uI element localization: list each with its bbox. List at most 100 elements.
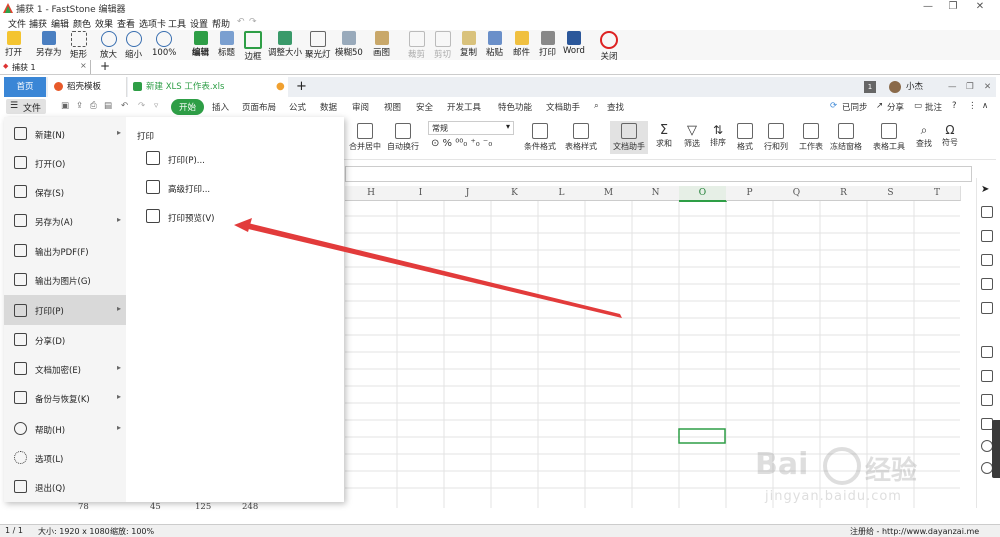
add-capture-tab-button[interactable]: + xyxy=(100,59,110,73)
tab-view[interactable]: 视图 xyxy=(384,101,401,113)
rect-button[interactable]: 矩形 xyxy=(70,31,87,60)
tab-template[interactable]: 稻壳模板 xyxy=(48,77,127,97)
redo-quick-icon[interactable]: ↷ xyxy=(138,101,145,111)
tab-data[interactable]: 数据 xyxy=(320,101,337,113)
currency-icon[interactable]: ⊙ % ⁰⁰₀ ⁺₀ ⁻₀ xyxy=(431,138,492,149)
submenu-print-preview[interactable]: 打印预览(V) xyxy=(146,209,266,225)
tab-home[interactable]: 首页 xyxy=(4,77,46,97)
spreadsheet-grid[interactable]: H I J K L M N O P Q R S T xyxy=(345,186,961,508)
print-quick-icon[interactable]: ⎙ xyxy=(90,101,97,111)
find-button[interactable]: ⌕ 查找 xyxy=(916,123,932,149)
backup-panel-icon[interactable] xyxy=(981,302,993,314)
number-format-select[interactable]: 常规 ▾ xyxy=(428,121,514,135)
menu-item-share[interactable]: 分享(D) xyxy=(4,328,126,352)
blur-button[interactable]: 模糊50 xyxy=(335,31,363,58)
export-quick-icon[interactable]: ⇪ xyxy=(76,101,83,111)
edit-button[interactable]: 编辑 xyxy=(192,31,209,58)
menu-tab[interactable]: 选项卡 xyxy=(139,17,166,30)
style-icon[interactable] xyxy=(981,206,993,218)
column-header[interactable]: L xyxy=(538,186,586,201)
comment-button[interactable]: 批注 xyxy=(925,101,942,113)
tab-start[interactable]: 开始 xyxy=(171,99,205,115)
menu-item-new[interactable]: 新建(N) ▸ xyxy=(4,122,126,146)
undo-quick-icon[interactable]: ↶ xyxy=(121,101,128,111)
menu-item-backup[interactable]: 备份与恢复(K) ▸ xyxy=(4,386,126,410)
close-capture-button[interactable]: 关闭 xyxy=(600,31,618,62)
menu-effect[interactable]: 效果 xyxy=(95,17,113,30)
menu-item-options[interactable]: 选项(L) xyxy=(4,446,126,470)
tab-security[interactable]: 安全 xyxy=(416,101,433,113)
close-wps-icon[interactable]: ✕ xyxy=(984,77,991,97)
tab-dev-tools[interactable]: 开发工具 xyxy=(447,101,481,113)
tab-insert[interactable]: 插入 xyxy=(212,101,229,113)
help-top-icon[interactable]: ? xyxy=(952,101,957,111)
column-header[interactable]: P xyxy=(726,186,774,201)
tab-doc-assistant[interactable]: 文档助手 xyxy=(546,101,580,113)
merge-center-button[interactable]: 合并居中 xyxy=(349,123,381,152)
user-name[interactable]: 小杰 xyxy=(906,77,923,97)
search-icon[interactable]: ⌕ xyxy=(594,101,599,111)
file-menu-button[interactable]: ☰ 文件 xyxy=(6,99,46,114)
menu-tools[interactable]: 工具 xyxy=(168,17,186,30)
cut-button[interactable]: 剪切 xyxy=(434,31,451,60)
tab-features[interactable]: 特色功能 xyxy=(498,101,532,113)
save-quick-icon[interactable]: ▣ xyxy=(61,101,69,111)
word-button[interactable]: Word xyxy=(563,31,585,56)
more-top-icon[interactable]: ⋮ xyxy=(968,101,977,111)
restore-wps-icon[interactable]: ❐ xyxy=(966,77,974,97)
filter-button[interactable]: ▽ 筛选 xyxy=(684,123,700,149)
sort-button[interactable]: ⇅ 排序 xyxy=(710,123,726,148)
save-as-button[interactable]: 另存为 xyxy=(36,31,62,58)
submenu-advanced-print[interactable]: 高级打印... xyxy=(146,180,266,196)
spotlight-button[interactable]: 聚光灯 xyxy=(305,31,331,60)
scroll-tab[interactable] xyxy=(992,420,1000,478)
freeze-panes-button[interactable]: 冻结窗格 xyxy=(830,123,862,152)
grid-panel-icon[interactable] xyxy=(981,254,993,266)
column-header[interactable]: M xyxy=(585,186,633,201)
open-button[interactable]: 打开 xyxy=(5,31,22,58)
minimize-wps-icon[interactable]: — xyxy=(948,77,957,97)
column-header[interactable]: J xyxy=(444,186,492,201)
tab-xls-file[interactable]: 新建 XLS 工作表.xls ● xyxy=(128,77,288,97)
menu-item-export-image[interactable]: 输出为图片(G) xyxy=(4,268,126,292)
column-header[interactable]: Q xyxy=(773,186,821,201)
more-quick-icon[interactable]: ▿ xyxy=(154,101,158,111)
caption-button[interactable]: 标题 xyxy=(218,31,235,58)
sum-button[interactable]: Σ 求和 xyxy=(656,123,672,149)
collapse-ribbon-icon[interactable]: ∧ xyxy=(982,101,988,111)
tab-close-icon[interactable]: × xyxy=(80,61,87,70)
column-header[interactable]: I xyxy=(397,186,445,201)
menu-item-encrypt[interactable]: 文档加密(E) ▸ xyxy=(4,357,126,381)
menu-file[interactable]: 文件 xyxy=(8,17,26,30)
menu-edit[interactable]: 编辑 xyxy=(51,17,69,30)
undo-icon[interactable]: ↶ xyxy=(237,17,245,27)
column-header[interactable]: N xyxy=(632,186,680,201)
paste-button[interactable]: 粘贴 xyxy=(486,31,503,58)
draw-button[interactable]: 画图 xyxy=(373,31,390,58)
tab-page-layout[interactable]: 页面布局 xyxy=(242,101,276,113)
column-header[interactable]: H xyxy=(345,186,398,201)
menu-capture[interactable]: 捕获 xyxy=(29,17,47,30)
doc-assistant-button[interactable]: 文档助手 xyxy=(610,121,648,154)
wrap-text-button[interactable]: 自动换行 xyxy=(387,123,419,152)
menu-item-open[interactable]: 打开(O) xyxy=(4,151,126,175)
capture-tab[interactable]: ◆ 捕获 1 × xyxy=(0,60,91,74)
border-button[interactable]: 边框 xyxy=(244,31,262,62)
menu-help[interactable]: 帮助 xyxy=(212,17,230,30)
shapes-icon[interactable] xyxy=(981,278,993,290)
resize-button[interactable]: 调整大小 xyxy=(268,31,302,58)
column-header[interactable]: K xyxy=(491,186,539,201)
rows-cols-button[interactable]: 行和列 xyxy=(764,123,788,152)
zoom-100-button[interactable]: 100% xyxy=(152,31,176,58)
tab-formula[interactable]: 公式 xyxy=(289,101,306,113)
menu-item-print[interactable]: 打印(P) ▸ xyxy=(4,295,126,325)
redo-icon[interactable]: ↷ xyxy=(249,17,257,27)
column-header[interactable]: S xyxy=(867,186,915,201)
formula-bar[interactable] xyxy=(345,166,972,182)
chart-panel-icon[interactable] xyxy=(981,370,993,382)
tab-review[interactable]: 审阅 xyxy=(352,101,369,113)
crop-button[interactable]: 裁剪 xyxy=(408,31,425,60)
symbol-button[interactable]: Ω 符号 xyxy=(942,123,958,148)
cursor-icon[interactable]: ➤ xyxy=(981,184,991,195)
conditional-format-button[interactable]: 条件格式 xyxy=(524,123,556,152)
